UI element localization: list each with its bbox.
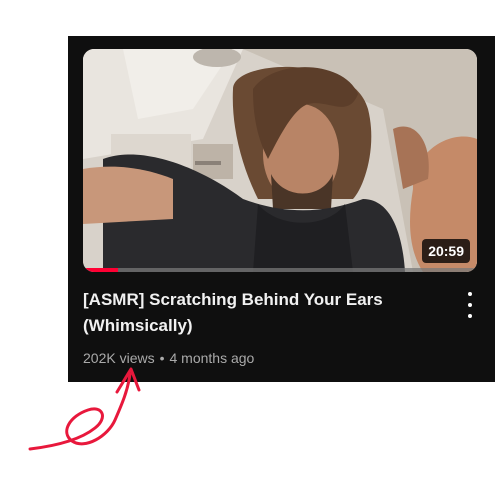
hand-drawn-arrow [28,367,141,451]
arrow-stroke [28,372,132,451]
